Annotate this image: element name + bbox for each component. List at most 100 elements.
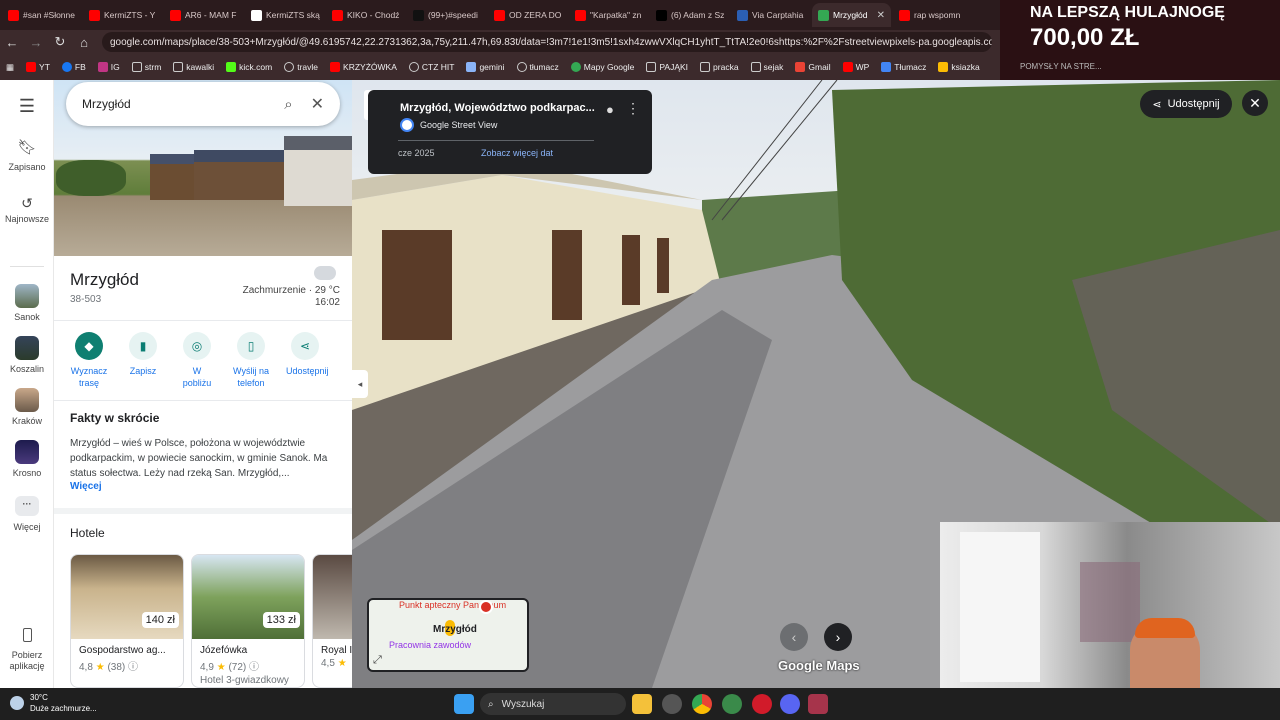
bookmark-item[interactable]: IG bbox=[97, 62, 120, 72]
search-box[interactable]: Mrzygłód ⌕ ✕ bbox=[66, 82, 340, 126]
more-button[interactable]: ··· Więcej bbox=[0, 496, 54, 532]
bookmark-item[interactable]: YT bbox=[26, 62, 50, 72]
info-icon[interactable]: ⓘ bbox=[249, 662, 259, 673]
bookmark-item[interactable]: KRZYŻÓWKA bbox=[330, 62, 397, 72]
window bbox=[382, 230, 452, 340]
section-separator bbox=[54, 508, 352, 514]
close-icon: ✕ bbox=[1249, 94, 1261, 111]
send-to-phone-button[interactable]: ▯ Wyślij na telefon bbox=[232, 332, 270, 389]
temperature: 30°C bbox=[30, 693, 48, 702]
previous-arrow[interactable]: ‹ bbox=[780, 623, 808, 651]
taskbar-weather[interactable]: 30°C Duże zachmurze... bbox=[10, 692, 97, 714]
browser-tab[interactable]: #san #Słonne bbox=[2, 3, 81, 27]
saved-button[interactable]: 🔖︎ Zapisano bbox=[0, 138, 54, 172]
bookmark-item[interactable]: travle bbox=[284, 62, 318, 72]
settings-icon[interactable] bbox=[662, 694, 682, 714]
browser-tab[interactable]: rap wspomn bbox=[893, 3, 972, 27]
close-street-view-button[interactable]: ✕ bbox=[1242, 90, 1268, 116]
bookmark-folder[interactable]: pracka bbox=[700, 62, 739, 72]
more-dates-link[interactable]: Zobacz więcej dat bbox=[481, 148, 553, 158]
bookmark-item[interactable]: WP bbox=[842, 62, 869, 72]
windows-start-icon[interactable] bbox=[454, 694, 474, 714]
save-button[interactable]: ▮ Zapisz bbox=[124, 332, 162, 389]
share-button[interactable]: ⋖ Udostępnij bbox=[1140, 90, 1232, 118]
youtube-icon bbox=[26, 62, 37, 72]
file-explorer-icon[interactable] bbox=[632, 694, 652, 714]
share-button[interactable]: ⋖ Udostępnij bbox=[286, 332, 329, 389]
search-icon[interactable]: ⌕ bbox=[284, 96, 292, 113]
place-panel: Mrzygłód ⌕ ✕ Mrzygłód 38-503 Zachmurzeni… bbox=[54, 80, 352, 688]
download-app-button[interactable]: Pobierz aplikację bbox=[0, 628, 54, 672]
collapse-panel-button[interactable]: ◂ bbox=[352, 370, 368, 398]
nearby-button[interactable]: ◎ W pobliżu bbox=[178, 332, 216, 389]
bookmark-folder[interactable]: PAJĄKI bbox=[646, 62, 688, 72]
bookmark-item[interactable]: Tłumacz bbox=[881, 62, 926, 72]
browser-tab-active[interactable]: Mrzygłód ✕ bbox=[812, 3, 891, 27]
expand-icon[interactable]: ⤢ bbox=[373, 654, 382, 667]
bookmark-item[interactable]: CTZ HIT bbox=[408, 62, 454, 72]
recent-button[interactable]: ↺ Najnowsze bbox=[0, 196, 54, 225]
recent-place-krosno[interactable]: Krosno bbox=[0, 440, 54, 478]
bookmark-item[interactable]: tłumacz bbox=[516, 62, 559, 72]
directions-button[interactable]: ◆ Wyznacz trasę bbox=[70, 332, 108, 389]
info-icon[interactable]: ⓘ bbox=[128, 662, 138, 673]
hotel-card[interactable]: 140 zł Gospodarstwo ag... 4,8 ★ (38) ⓘ bbox=[70, 554, 184, 688]
mini-map[interactable]: Punkt apteczny Panaceum Mrzygłód Pracown… bbox=[367, 598, 529, 672]
more-link[interactable]: Więcej bbox=[70, 481, 102, 492]
bookmark-item[interactable]: ksiazka bbox=[938, 62, 980, 72]
tree-shape bbox=[56, 160, 126, 196]
bookmark-folder[interactable]: sejak bbox=[750, 62, 783, 72]
browser-tab[interactable]: "Karpatka" zn bbox=[569, 3, 648, 27]
window-shape bbox=[960, 532, 1040, 682]
browser-tab[interactable]: KermiZTS ską bbox=[245, 3, 324, 27]
close-icon[interactable]: ✕ bbox=[311, 94, 324, 114]
back-button[interactable]: ← bbox=[0, 30, 24, 54]
hotel-card[interactable]: 133 zł Józefówka 4,9 ★ (72) ⓘ Hotel 3-gw… bbox=[191, 554, 305, 688]
hotel-card[interactable]: Royal I 4,5 ★ bbox=[312, 554, 352, 688]
recent-place-koszalin[interactable]: Koszalin bbox=[0, 336, 54, 374]
bookmark-item[interactable]: FB bbox=[61, 62, 86, 72]
reload-button[interactable]: ↻ bbox=[48, 30, 72, 54]
chrome-icon[interactable] bbox=[692, 694, 712, 714]
bookmark-item[interactable]: gemini bbox=[466, 62, 505, 72]
bookmark-item[interactable]: Gmail bbox=[795, 62, 831, 72]
browser-tab[interactable]: Via Carptahia bbox=[731, 3, 810, 27]
place-thumbnail bbox=[15, 284, 39, 308]
google-icon bbox=[251, 9, 262, 21]
opera-icon[interactable] bbox=[752, 694, 772, 714]
more-options-icon[interactable]: ⋮ bbox=[626, 100, 640, 117]
youtube-icon bbox=[494, 9, 505, 21]
url-field[interactable]: google.com/maps/place/38-503+Mrzygłód/@4… bbox=[102, 32, 992, 52]
address-bar: ← → ↻ ⌂ google.com/maps/place/38-503+Mrz… bbox=[0, 30, 1000, 54]
pin-icon[interactable]: ● bbox=[606, 102, 614, 117]
menu-button[interactable]: ☰ bbox=[0, 96, 54, 117]
bookmark-item[interactable]: Mapy Google bbox=[570, 62, 634, 72]
discord-icon[interactable] bbox=[780, 694, 800, 714]
bookmark-folder[interactable]: kawalki bbox=[173, 62, 214, 72]
taskbar-search[interactable]: ⌕ Wyszukaj bbox=[480, 693, 626, 715]
globe-icon bbox=[408, 62, 419, 72]
home-button[interactable]: ⌂ bbox=[72, 30, 96, 54]
rail-divider bbox=[10, 266, 44, 267]
recent-place-sanok[interactable]: Sanok bbox=[0, 284, 54, 322]
place-thumbnail bbox=[15, 388, 39, 412]
stream-goal-banner: NA LEPSZĄ HULAJNOGĘ 700,00 ZŁ POMYSŁY NA… bbox=[1000, 0, 1280, 80]
app-icon[interactable] bbox=[808, 694, 828, 714]
browser-tab[interactable]: KermiZTS - Y bbox=[83, 3, 162, 27]
apps-icon[interactable]: ▦ bbox=[6, 62, 14, 73]
browser-tab[interactable]: OD ZERA DO bbox=[488, 3, 567, 27]
close-tab-icon[interactable]: ✕ bbox=[877, 10, 885, 21]
browser-tab[interactable]: (99+)#speedi bbox=[407, 3, 486, 27]
pharmacy-marker-icon[interactable] bbox=[479, 600, 493, 614]
bookmark-folder[interactable]: strm bbox=[131, 62, 161, 72]
star-icon: ★ bbox=[337, 658, 347, 669]
browser-tab[interactable]: (6) Adam z Sz bbox=[650, 3, 729, 27]
recent-place-krakow[interactable]: Kraków bbox=[0, 388, 54, 426]
next-arrow[interactable]: › bbox=[824, 623, 852, 651]
search-input[interactable]: Mrzygłód bbox=[82, 97, 131, 111]
forward-button[interactable]: → bbox=[24, 30, 48, 54]
browser-tab[interactable]: AR6 - MAM F bbox=[164, 3, 243, 27]
bookmark-item[interactable]: kick.com bbox=[226, 62, 272, 72]
browser-tab[interactable]: KIKO - Chodź bbox=[326, 3, 405, 27]
browser-icon[interactable] bbox=[722, 694, 742, 714]
